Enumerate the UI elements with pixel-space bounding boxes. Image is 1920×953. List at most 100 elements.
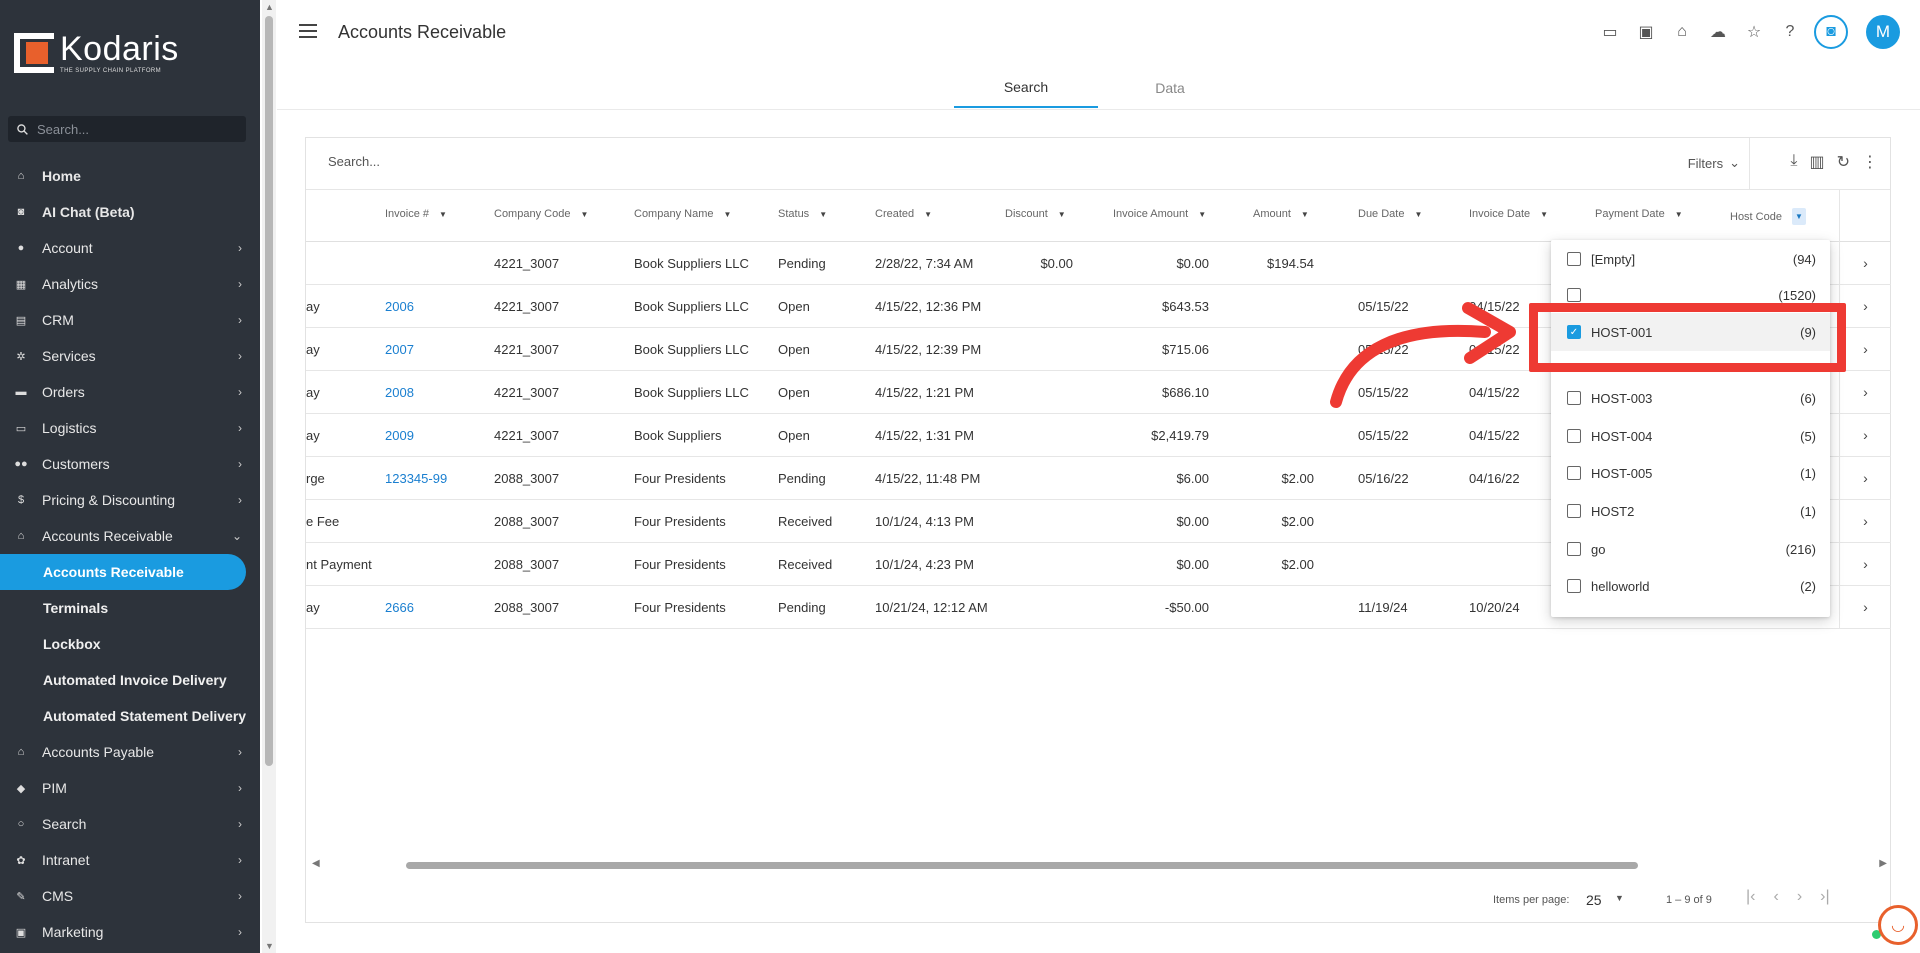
sidebar-item-intranet[interactable]: ✿ Intranet › bbox=[0, 842, 258, 878]
gift-icon[interactable]: ▣ bbox=[1634, 20, 1658, 44]
row-open-chevron-icon[interactable]: › bbox=[1840, 328, 1891, 371]
sidebar-subitem-accounts-receivable[interactable]: Accounts Receivable bbox=[0, 554, 246, 590]
column-header-amount[interactable]: Amount ▼ bbox=[1253, 208, 1309, 220]
checkbox[interactable] bbox=[1567, 252, 1581, 266]
filter-option[interactable]: helloworld (2) bbox=[1551, 567, 1830, 605]
caret-down-icon[interactable]: ▼ bbox=[723, 210, 731, 219]
sidebar-item-orders[interactable]: ▬ Orders › bbox=[0, 374, 258, 410]
sidebar-item-pim[interactable]: ◆ PIM › bbox=[0, 770, 258, 806]
checkbox[interactable] bbox=[1567, 542, 1581, 556]
sidebar-scroll-thumb[interactable] bbox=[265, 16, 273, 766]
sidebar-item-accounts-payable[interactable]: ⌂ Accounts Payable › bbox=[0, 734, 258, 770]
download-icon[interactable]: ⤓ bbox=[1790, 152, 1797, 172]
cell-invoice[interactable]: 2007 bbox=[385, 342, 414, 357]
checkbox[interactable] bbox=[1567, 429, 1581, 443]
column-header-status[interactable]: Status ▼ bbox=[778, 208, 827, 220]
ai-bot-icon[interactable]: ◙ bbox=[1814, 15, 1848, 49]
items-per-page-select[interactable]: 25 bbox=[1586, 892, 1602, 908]
caret-down-icon[interactable]: ▼ bbox=[1198, 210, 1206, 219]
sidebar-item-pricing[interactable]: $ Pricing & Discounting › bbox=[0, 482, 258, 518]
tab-search[interactable]: Search bbox=[954, 68, 1098, 108]
sidebar-item-services[interactable]: ✲ Services › bbox=[0, 338, 258, 374]
scroll-up-arrow-icon[interactable]: ▲ bbox=[265, 2, 274, 12]
cell-invoice[interactable]: 2009 bbox=[385, 428, 414, 443]
filter-option[interactable]: HOST-005 (1) bbox=[1551, 454, 1830, 492]
column-header-created[interactable]: Created ▼ bbox=[875, 208, 932, 220]
column-header-host-code[interactable]: Host Code ▼ bbox=[1730, 208, 1806, 225]
row-open-chevron-icon[interactable]: › bbox=[1840, 500, 1891, 543]
column-header-invoice-amount[interactable]: Invoice Amount ▼ bbox=[1113, 208, 1206, 220]
horizontal-scroll-thumb[interactable] bbox=[406, 862, 1638, 869]
caret-down-icon[interactable]: ▼ bbox=[819, 210, 827, 219]
previous-page-icon[interactable]: ‹ bbox=[1773, 888, 1778, 906]
next-page-icon[interactable]: › bbox=[1797, 888, 1802, 906]
sidebar-item-marketing[interactable]: ▣ Marketing › bbox=[0, 914, 258, 950]
sidebar-subitem-automated-invoice-delivery[interactable]: Automated Invoice Delivery bbox=[0, 662, 258, 698]
last-page-icon[interactable]: ›| bbox=[1820, 888, 1829, 906]
card-check-icon[interactable]: ▭ bbox=[1598, 20, 1622, 44]
sidebar-subitem-lockbox[interactable]: Lockbox bbox=[0, 626, 258, 662]
caret-down-icon[interactable]: ▼ bbox=[1301, 210, 1309, 219]
column-header-company-name[interactable]: Company Name ▼ bbox=[634, 208, 731, 220]
sidebar-item-analytics[interactable]: ▦ Analytics › bbox=[0, 266, 258, 302]
scroll-down-arrow-icon[interactable]: ▼ bbox=[265, 941, 274, 951]
checkbox[interactable] bbox=[1567, 466, 1581, 480]
row-open-chevron-icon[interactable]: › bbox=[1840, 242, 1891, 285]
checkbox[interactable] bbox=[1567, 579, 1581, 593]
sidebar-item-crm[interactable]: ▤ CRM › bbox=[0, 302, 258, 338]
cell-invoice[interactable]: 2008 bbox=[385, 385, 414, 400]
column-header-due-date[interactable]: Due Date ▼ bbox=[1358, 208, 1422, 220]
first-page-icon[interactable]: |‹ bbox=[1746, 888, 1755, 906]
cloud-download-icon[interactable]: ☁ bbox=[1706, 20, 1730, 44]
kodaris-logo[interactable]: Kodaris THE SUPPLY CHAIN PLATFORM bbox=[14, 32, 179, 74]
checkbox[interactable] bbox=[1567, 288, 1581, 302]
caret-down-icon[interactable]: ▼ bbox=[1414, 210, 1422, 219]
filters-button[interactable]: Filters ⌄ bbox=[1688, 155, 1740, 171]
sidebar-item-logistics[interactable]: ▭ Logistics › bbox=[0, 410, 258, 446]
sidebar-subitem-automated-statement-delivery[interactable]: Automated Statement Delivery bbox=[0, 698, 258, 734]
bank-icon[interactable]: ⌂ bbox=[1670, 20, 1694, 44]
column-header-company-code[interactable]: Company Code ▼ bbox=[494, 208, 588, 220]
column-header-invoice-date[interactable]: Invoice Date ▼ bbox=[1469, 208, 1548, 220]
sidebar-item-account[interactable]: ● Account › bbox=[0, 230, 258, 266]
row-open-chevron-icon[interactable]: › bbox=[1840, 586, 1891, 629]
filter-option[interactable]: HOST-003 (6) bbox=[1551, 379, 1830, 417]
horizontal-scrollbar[interactable]: ◀ ▶ bbox=[306, 858, 1891, 872]
checkbox[interactable] bbox=[1567, 504, 1581, 518]
caret-down-icon[interactable]: ▼ bbox=[924, 210, 932, 219]
cell-invoice[interactable]: 2666 bbox=[385, 600, 414, 615]
sidebar-item-cms[interactable]: ✎ CMS › bbox=[0, 878, 258, 914]
filter-option[interactable]: go (216) bbox=[1551, 530, 1830, 568]
sidebar-item-home[interactable]: ⌂ Home bbox=[0, 158, 258, 194]
column-header-invoice[interactable]: Invoice # ▼ bbox=[385, 208, 447, 220]
filter-option[interactable]: HOST2 (1) bbox=[1551, 492, 1830, 530]
filter-option[interactable]: [Empty] (94) bbox=[1551, 240, 1830, 278]
more-vert-icon[interactable]: ⋮ bbox=[1862, 152, 1878, 172]
sidebar-scrollbar[interactable]: ▲ ▼ bbox=[262, 0, 276, 953]
row-open-chevron-icon[interactable]: › bbox=[1840, 371, 1891, 414]
caret-down-icon[interactable]: ▼ bbox=[1058, 210, 1066, 219]
column-header-payment-date[interactable]: Payment Date ▼ bbox=[1595, 208, 1683, 220]
cell-invoice[interactable]: 2006 bbox=[385, 299, 414, 314]
hamburger-menu-icon[interactable] bbox=[299, 24, 317, 38]
cell-invoice[interactable]: 123345-99 bbox=[385, 471, 447, 486]
columns-icon[interactable]: ▥ bbox=[1809, 152, 1824, 172]
help-icon[interactable]: ? bbox=[1778, 20, 1802, 44]
row-open-chevron-icon[interactable]: › bbox=[1840, 414, 1891, 457]
caret-down-icon[interactable]: ▼ bbox=[1540, 210, 1548, 219]
chat-support-icon[interactable]: ◡ bbox=[1878, 905, 1918, 945]
column-header-discount[interactable]: Discount ▼ bbox=[1005, 208, 1066, 220]
sidebar-item-ai-chat[interactable]: ◙ AI Chat (Beta) bbox=[0, 194, 258, 230]
table-search-input[interactable] bbox=[328, 154, 928, 169]
sidebar-item-search[interactable]: ○ Search › bbox=[0, 806, 258, 842]
star-icon[interactable]: ☆ bbox=[1742, 20, 1766, 44]
row-open-chevron-icon[interactable]: › bbox=[1840, 543, 1891, 586]
row-open-chevron-icon[interactable]: › bbox=[1840, 457, 1891, 500]
checkbox[interactable] bbox=[1567, 391, 1581, 405]
refresh-icon[interactable]: ↻ bbox=[1837, 152, 1850, 172]
caret-down-icon[interactable]: ▼ bbox=[1675, 210, 1683, 219]
row-open-chevron-icon[interactable]: › bbox=[1840, 285, 1891, 328]
sidebar-search-input[interactable] bbox=[37, 121, 227, 137]
sidebar-item-accounts-receivable[interactable]: ⌂ Accounts Receivable ⌄ bbox=[0, 518, 258, 554]
caret-down-icon[interactable]: ▼ bbox=[1791, 208, 1806, 225]
